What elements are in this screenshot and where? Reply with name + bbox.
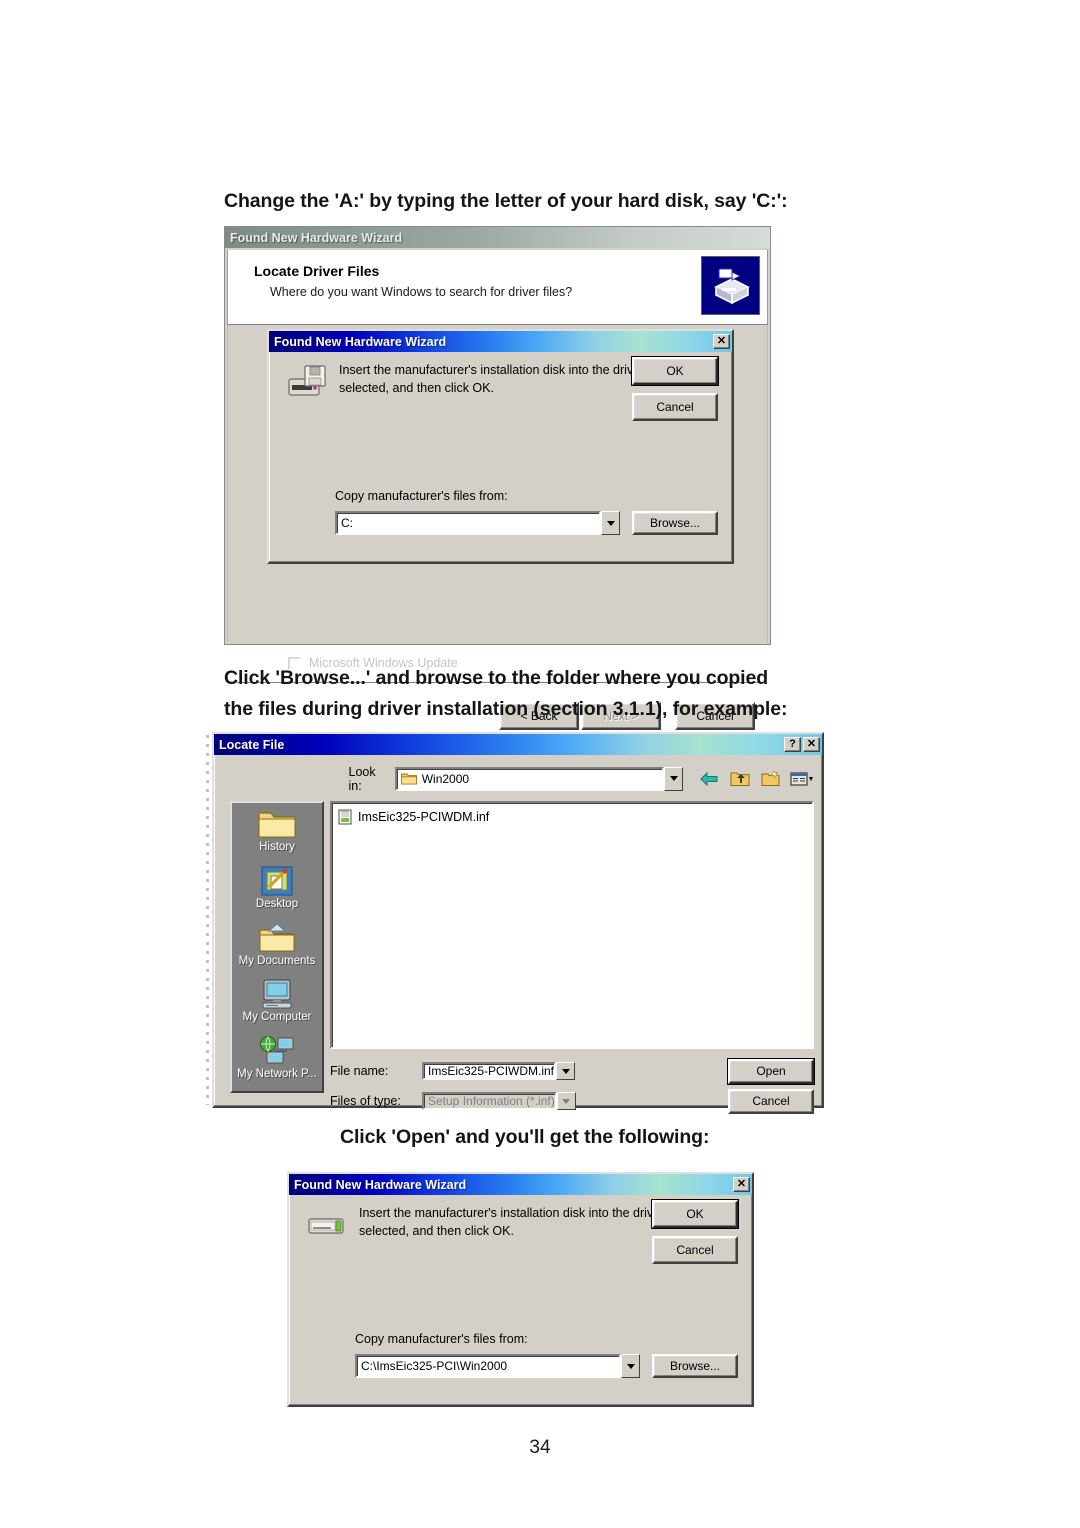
files-of-type-value: Setup Information (*.inf) <box>422 1092 557 1110</box>
scan-artifact <box>206 735 209 1105</box>
inf-file-icon <box>338 809 352 825</box>
place-desktop[interactable]: Desktop <box>232 864 322 921</box>
hardware-wizard-icon <box>701 256 760 315</box>
heading-step-3: Click 'Open' and you'll get the followin… <box>340 1126 710 1148</box>
my-documents-icon <box>258 921 296 955</box>
hard-drive-icon <box>307 1206 351 1244</box>
locate-file-titlebar: Locate File ? ✕ <box>214 734 822 755</box>
file-list[interactable]: ImsEic325-PCIWDM.inf <box>330 801 814 1049</box>
heading-step-1: Change the 'A:' by typing the letter of … <box>224 190 788 212</box>
msgbox2-copy-from-label: Copy manufacturer's files from: <box>355 1332 528 1346</box>
look-in-row: Look in: Win2000 <box>216 764 814 793</box>
place-label: Desktop <box>255 897 299 910</box>
ok-button[interactable]: OK <box>651 1199 739 1229</box>
wizard-header-title: Locate Driver Files <box>254 263 380 279</box>
chevron-down-icon[interactable] <box>556 1062 576 1080</box>
copy-from-path-input[interactable]: C:\ImsEic325-PCI\Win2000 <box>355 1354 621 1378</box>
browse-button[interactable]: Browse... <box>652 1354 738 1378</box>
views-icon[interactable] <box>790 768 814 790</box>
place-my-computer[interactable]: My Computer <box>232 977 322 1034</box>
cancel-button[interactable]: Cancel <box>652 1236 738 1264</box>
chevron-down-icon[interactable] <box>601 511 620 535</box>
locate-file-title-text: Locate File <box>219 737 285 752</box>
locate-file-cancel-button[interactable]: Cancel <box>728 1088 814 1114</box>
close-icon[interactable]: ✕ <box>803 737 820 752</box>
files-of-type-row: Files of type: Setup Information (*.inf)… <box>330 1088 814 1114</box>
list-item[interactable]: ImsEic325-PCIWDM.inf <box>338 809 812 825</box>
ok-button[interactable]: OK <box>631 356 719 386</box>
files-of-type-label: Files of type: <box>330 1094 401 1108</box>
wizard-header-subtitle: Where do you want Windows to search for … <box>270 285 573 299</box>
folder-icon <box>400 772 417 785</box>
heading-step-2-line1: Click 'Browse...' and browse to the fold… <box>224 667 769 689</box>
chevron-down-icon <box>556 1092 576 1110</box>
msgbox1-titlebar: Found New Hardware Wizard ✕ <box>269 331 732 352</box>
file-name-combo[interactable]: ImsEic325-PCIWDM.inf <box>422 1062 698 1080</box>
look-in-combo[interactable]: Win2000 <box>394 766 683 791</box>
chevron-down-icon[interactable] <box>664 766 683 791</box>
file-dialog-toolbar <box>697 768 814 790</box>
browse-button[interactable]: Browse... <box>632 511 718 535</box>
look-in-label: Look in: <box>348 764 376 793</box>
insert-disk-dialog-1: Found New Hardware Wizard ✕ Insert the m… <box>267 329 734 564</box>
msgbox2-path-row: C:\ImsEic325-PCI\Win2000 Browse... <box>355 1354 738 1378</box>
file-name-text: ImsEic325-PCIWDM.inf <box>358 810 490 824</box>
close-icon[interactable]: ✕ <box>733 1177 750 1192</box>
place-label: History <box>259 841 295 853</box>
msgbox2-message: Insert the manufacturer's installation d… <box>359 1206 661 1238</box>
place-label: My Computer <box>242 1011 312 1024</box>
my-computer-icon <box>260 977 294 1011</box>
wizard-title-text: Found New Hardware Wizard <box>230 230 403 245</box>
msgbox1-message: Insert the manufacturer's installation d… <box>339 363 641 395</box>
floppy-drive-icon <box>287 363 331 401</box>
insert-disk-dialog-2: Found New Hardware Wizard ✕ Insert the m… <box>287 1172 754 1407</box>
copy-from-path-input[interactable]: C: <box>335 511 601 535</box>
wizard-titlebar: Found New Hardware Wizard <box>225 227 770 248</box>
place-my-documents[interactable]: My Documents <box>232 921 322 978</box>
places-bar: History Desktop My Documents My Computer… <box>230 801 324 1093</box>
desktop-icon <box>260 864 294 898</box>
page-number: 34 <box>529 1437 551 1458</box>
file-name-row: File name: ImsEic325-PCIWDM.inf Open <box>330 1057 815 1085</box>
files-of-type-combo: Setup Information (*.inf) <box>422 1092 698 1110</box>
msgbox1-title-text: Found New Hardware Wizard <box>274 334 447 349</box>
chevron-down-icon[interactable] <box>621 1354 640 1378</box>
place-label: My Documents <box>238 954 316 967</box>
locate-file-dialog: Locate File ? ✕ Look in: Win2000 History… <box>212 732 824 1114</box>
wizard-header: Locate Driver Files Where do you want Wi… <box>227 250 768 325</box>
msgbox2-titlebar: Found New Hardware Wizard ✕ <box>289 1174 752 1195</box>
msgbox1-path-row: C: Browse... <box>335 511 718 535</box>
back-arrow-icon[interactable] <box>697 768 721 790</box>
file-name-input[interactable]: ImsEic325-PCIWDM.inf <box>422 1062 557 1080</box>
help-icon[interactable]: ? <box>784 737 801 752</box>
place-label: My Network P... <box>237 1068 317 1081</box>
locate-file-body: Look in: Win2000 History Desktop My Docu… <box>216 757 820 1114</box>
file-name-label: File name: <box>330 1064 389 1078</box>
new-folder-icon[interactable] <box>759 768 783 790</box>
open-button[interactable]: Open <box>727 1057 815 1085</box>
msgbox2-title-text: Found New Hardware Wizard <box>294 1177 467 1192</box>
heading-step-2-line2: the files during driver installation (se… <box>224 698 788 720</box>
cancel-button[interactable]: Cancel <box>632 393 718 421</box>
my-network-places-icon <box>258 1034 296 1068</box>
up-one-level-icon[interactable] <box>728 768 752 790</box>
look-in-text: Win2000 <box>421 771 470 786</box>
place-my-network-places[interactable]: My Network P... <box>232 1034 322 1091</box>
close-icon[interactable]: ✕ <box>713 334 730 349</box>
place-history[interactable]: History <box>232 807 322 864</box>
msgbox1-copy-from-label: Copy manufacturer's files from: <box>335 489 508 503</box>
look-in-value[interactable]: Win2000 <box>394 766 664 791</box>
history-folder-icon <box>257 807 297 841</box>
